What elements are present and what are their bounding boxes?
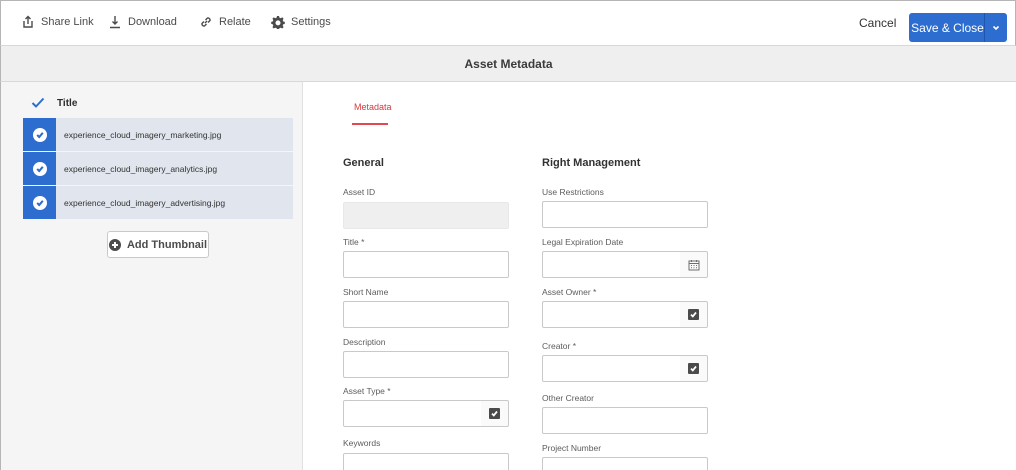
- legal-expiration-label: Legal Expiration Date: [542, 237, 624, 247]
- tab-active-indicator: [352, 123, 388, 125]
- creator-label: Creator *: [542, 341, 577, 351]
- asset-name: experience_cloud_imagery_advertising.jpg: [64, 197, 226, 208]
- asset-id-label: Asset ID: [343, 187, 376, 197]
- description-field[interactable]: [343, 351, 509, 378]
- share-icon: [23, 15, 33, 28]
- asset-type-picker-button[interactable]: [481, 400, 509, 427]
- settings-label: Settings: [291, 16, 331, 28]
- cancel-button[interactable]: Cancel: [859, 16, 896, 30]
- asset-row-checkbox[interactable]: [23, 152, 56, 185]
- project-number-label: Project Number: [542, 443, 602, 453]
- page-title-bar: Asset Metadata: [0, 46, 1016, 82]
- select-all-checkmark-icon[interactable]: [31, 97, 45, 109]
- keywords-label: Keywords: [343, 438, 381, 448]
- creator-picker-button[interactable]: [680, 355, 708, 382]
- general-section-title: General: [343, 157, 384, 169]
- asset-name: experience_cloud_imagery_analytics.jpg: [64, 163, 218, 174]
- creator-field[interactable]: [542, 355, 681, 382]
- gear-icon: [271, 16, 285, 29]
- settings-button[interactable]: Settings: [271, 15, 331, 29]
- asset-list-panel: Title experience_cloud_imagery_marketing…: [0, 82, 303, 470]
- share-link-button[interactable]: Share Link: [21, 15, 94, 29]
- asset-type-label: Asset Type *: [343, 386, 391, 396]
- checkmark-icon: [35, 199, 44, 206]
- checkmark-icon: [35, 165, 44, 172]
- chevron-down-icon: [992, 25, 1000, 30]
- date-picker-button[interactable]: [680, 251, 708, 278]
- asset-row-checkbox[interactable]: [23, 186, 56, 219]
- project-number-field[interactable]: [542, 457, 708, 470]
- add-thumbnail-button[interactable]: Add Thumbnail: [107, 231, 209, 258]
- asset-type-field[interactable]: [343, 400, 482, 427]
- title-field[interactable]: [343, 251, 509, 278]
- description-label: Description: [343, 337, 386, 347]
- calendar-icon: [688, 259, 699, 270]
- asset-list-header-title: Title: [57, 97, 78, 109]
- link-icon: [201, 17, 211, 27]
- legal-expiration-field[interactable]: [542, 251, 681, 278]
- asset-row[interactable]: experience_cloud_imagery_analytics.jpg: [23, 152, 293, 185]
- download-label: Download: [128, 16, 177, 28]
- download-button[interactable]: Download: [108, 15, 177, 29]
- relate-label: Relate: [219, 16, 251, 28]
- checkmark-icon: [35, 131, 44, 138]
- asset-owner-picker-button[interactable]: [680, 301, 708, 328]
- use-restrictions-label: Use Restrictions: [542, 187, 604, 197]
- checkbox-icon: [688, 309, 699, 320]
- save-close-button[interactable]: Save & Close: [909, 13, 1007, 42]
- add-circle-icon: [108, 238, 121, 251]
- share-link-label: Share Link: [41, 16, 94, 28]
- rights-section-title: Right Management: [542, 157, 641, 169]
- keywords-field[interactable]: [343, 453, 509, 470]
- toolbar: Share Link Download Relate Settings Canc…: [0, 0, 1016, 46]
- other-creator-field[interactable]: [542, 407, 708, 434]
- asset-owner-field[interactable]: [542, 301, 681, 328]
- title-label: Title *: [343, 237, 365, 247]
- asset-row-checkbox[interactable]: [23, 118, 56, 151]
- checkbox-icon: [489, 408, 500, 419]
- relate-button[interactable]: Relate: [199, 15, 251, 29]
- save-close-label: Save & Close: [911, 20, 984, 35]
- short-name-label: Short Name: [343, 287, 389, 297]
- asset-row[interactable]: experience_cloud_imagery_advertising.jpg: [23, 186, 293, 219]
- page-title: Asset Metadata: [464, 56, 553, 71]
- other-creator-label: Other Creator: [542, 393, 594, 403]
- asset-row[interactable]: experience_cloud_imagery_marketing.jpg: [23, 118, 293, 151]
- tab-metadata[interactable]: Metadata: [354, 102, 392, 112]
- add-thumbnail-label: Add Thumbnail: [126, 238, 208, 251]
- asset-list-header: Title: [31, 97, 77, 109]
- asset-id-field: [343, 202, 509, 229]
- asset-name: experience_cloud_imagery_marketing.jpg: [64, 129, 222, 140]
- asset-owner-label: Asset Owner *: [542, 287, 597, 297]
- checkbox-icon: [688, 363, 699, 374]
- download-icon: [110, 16, 120, 29]
- save-options-toggle[interactable]: [985, 24, 1007, 32]
- short-name-field[interactable]: [343, 301, 509, 328]
- use-restrictions-field[interactable]: [542, 201, 708, 228]
